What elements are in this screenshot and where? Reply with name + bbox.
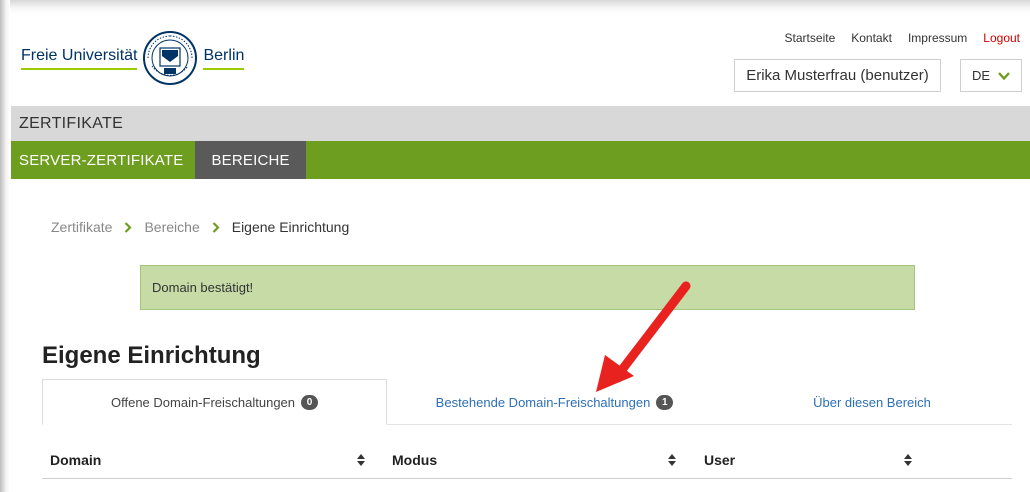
subnav-item-server-zertifikate[interactable]: SERVER-ZERTIFIKATE [11,141,195,179]
tab-bar: Offene Domain-Freischaltungen 0 Bestehen… [42,379,1012,425]
sort-icon[interactable] [357,454,365,466]
tab-label: Bestehende Domain-Freischaltungen [435,394,651,410]
sort-icon[interactable] [904,454,912,466]
user-name-label: Erika Musterfrau (benutzer) [746,67,929,84]
user-menu-button[interactable]: Erika Musterfrau (benutzer) [734,59,941,92]
top-navigation: Startseite Kontakt Impressum Logout [785,31,1020,45]
subnav-item-label: SERVER-ZERTIFIKATE [19,151,184,169]
tab-label: Offene Domain-Freischaltungen [110,394,296,410]
tab-label: Über diesen Bereich [813,394,931,410]
column-header-label: Modus [392,452,438,468]
page-content: Freie Universität Berlin Startseite Kont… [11,14,1030,492]
column-header-user[interactable]: User [704,441,735,479]
browser-frame: Freie Universität Berlin Startseite Kont… [0,0,1030,492]
count-badge: 0 [301,394,319,410]
tab-ueber-diesen-bereich[interactable]: Über diesen Bereich [732,379,1012,425]
table-header: Domain Modus User [42,441,1012,479]
section-title-bar: ZERTIFIKATE [11,106,1030,141]
language-select[interactable]: DE [960,59,1022,92]
tab-bestehende-domain-freischaltungen[interactable]: Bestehende Domain-Freischaltungen 1 [387,379,722,425]
column-header-label: Domain [50,452,102,468]
chevron-right-icon [125,221,133,233]
logout-link[interactable]: Logout [983,31,1020,45]
sub-navigation: SERVER-ZERTIFIKATE BEREICHE [11,141,1030,179]
tab-offene-domain-freischaltungen[interactable]: Offene Domain-Freischaltungen 0 [42,379,387,425]
breadcrumb-item-current: Eigene Einrichtung [231,219,350,235]
logo-text-right: Berlin [203,47,245,70]
logo-text-left: Freie Universität [21,47,138,70]
column-header-modus[interactable]: Modus [392,441,437,479]
frame-shadow-top [0,0,1030,14]
chevron-down-icon [998,71,1010,80]
subnav-item-bereiche[interactable]: BEREICHE [195,141,306,179]
column-header-domain[interactable]: Domain [50,441,101,479]
count-badge: 1 [656,394,674,410]
university-logo[interactable]: Freie Universität Berlin [21,28,271,88]
nav-link-startseite[interactable]: Startseite [785,31,836,45]
university-seal-icon [143,31,198,85]
language-selected-value: DE [971,68,991,83]
breadcrumb: Zertifikate Bereiche Eigene Einrichtung [51,219,349,235]
page-title: Eigene Einrichtung [42,342,261,369]
chevron-right-icon [212,221,220,233]
frame-shadow-left [0,0,10,492]
alert-message: Domain bestätigt! [152,280,254,295]
success-alert: Domain bestätigt! [140,265,915,310]
subnav-item-label: BEREICHE [211,151,290,169]
sort-icon[interactable] [668,454,676,466]
breadcrumb-item-zertifikate[interactable]: Zertifikate [51,219,112,235]
breadcrumb-item-bereiche[interactable]: Bereiche [144,219,199,235]
nav-link-impressum[interactable]: Impressum [908,31,967,45]
section-title: ZERTIFIKATE [19,114,124,132]
nav-link-kontakt[interactable]: Kontakt [851,31,892,45]
column-header-label: User [704,452,736,468]
